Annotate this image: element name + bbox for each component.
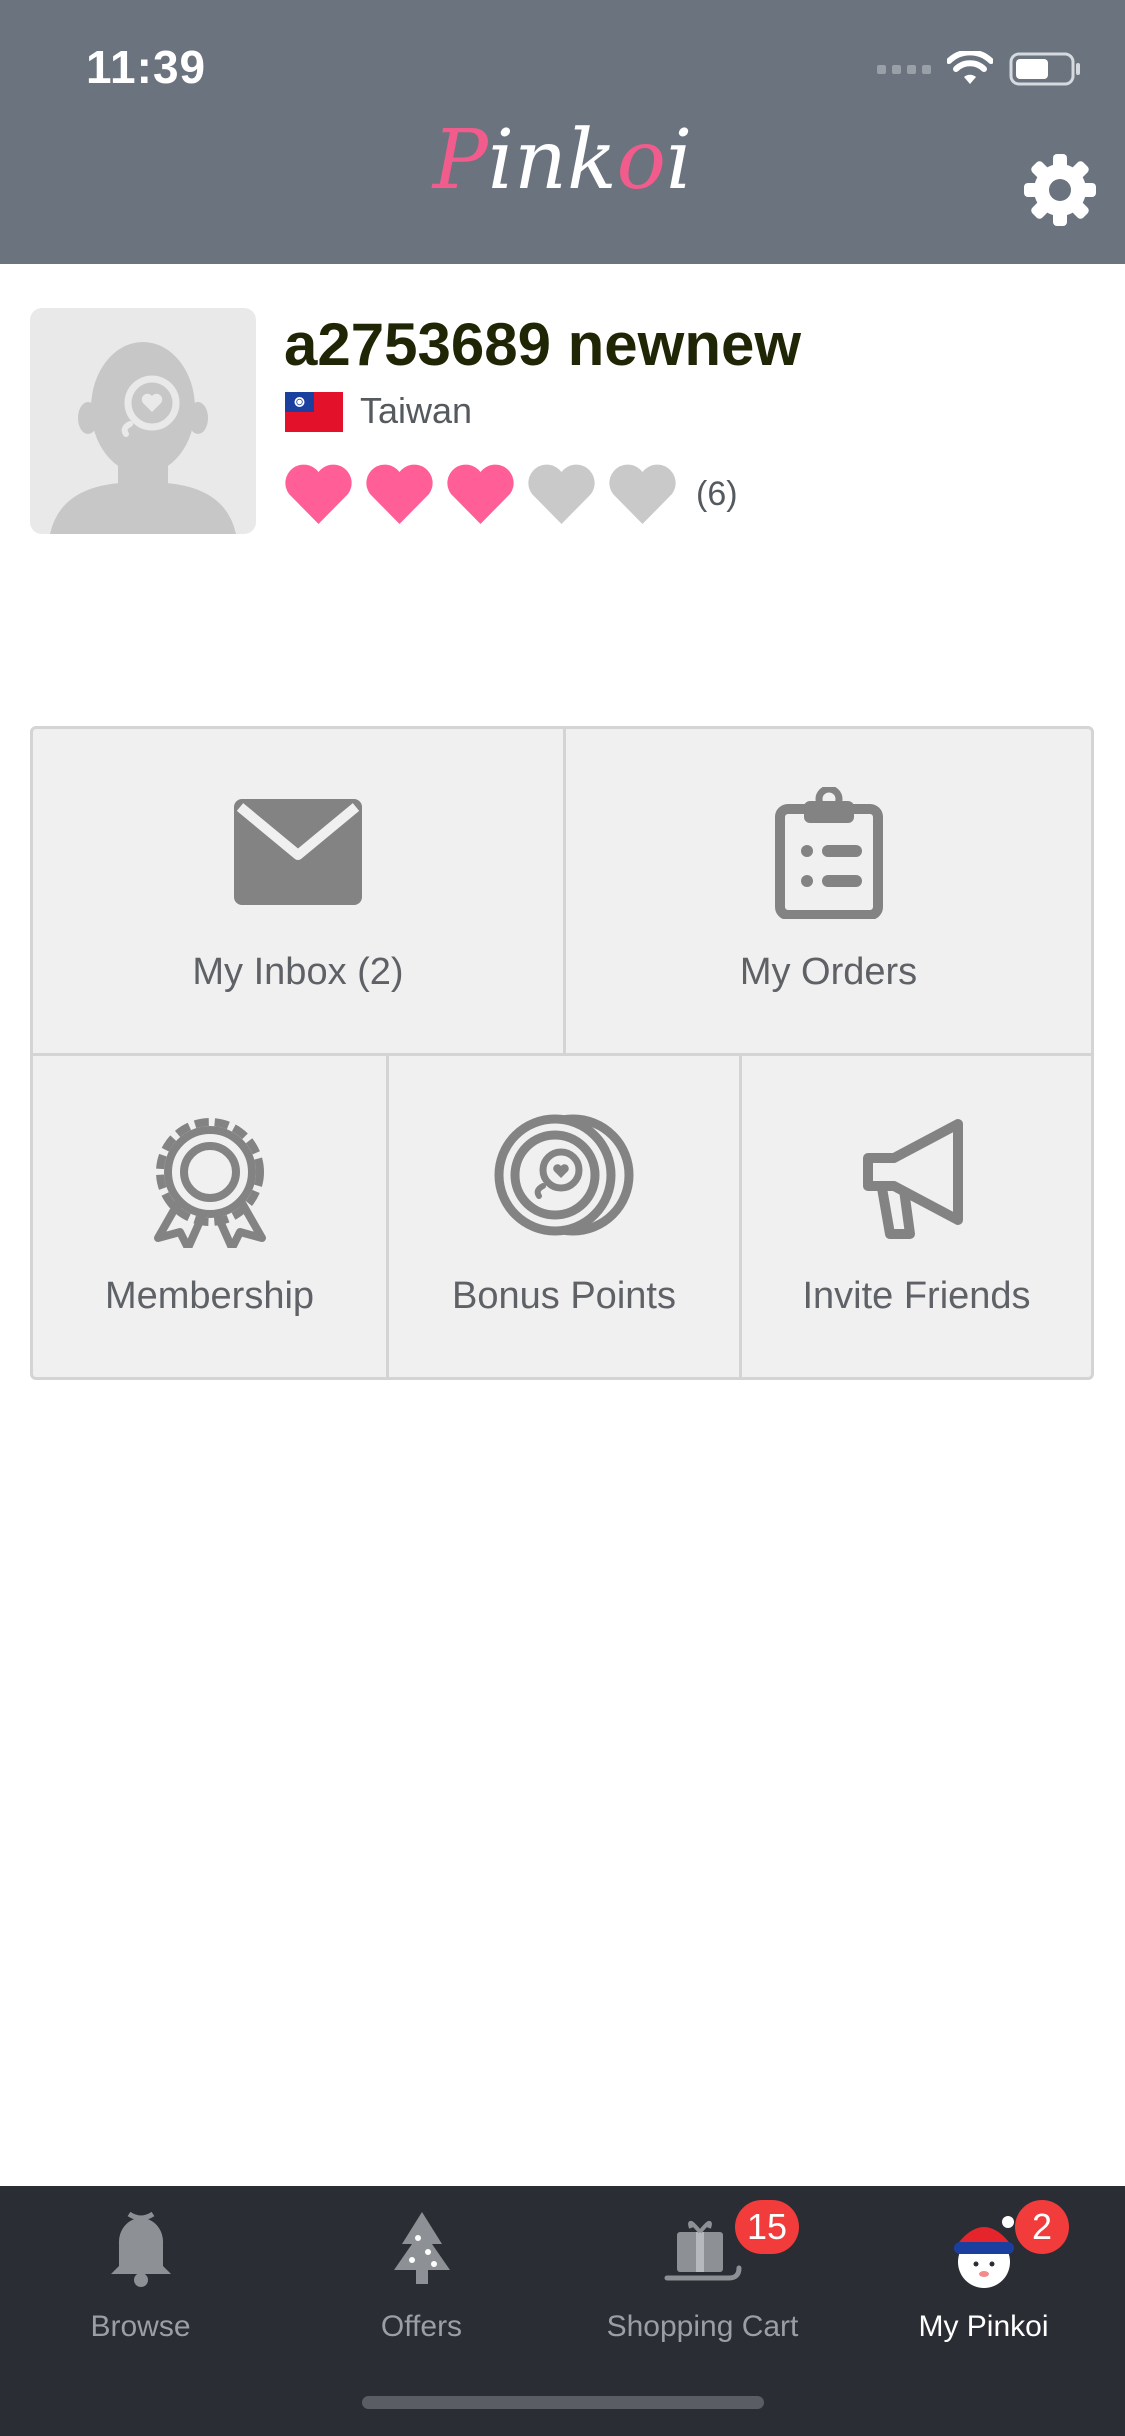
bonus-points-label: Bonus Points (452, 1275, 676, 1317)
cellular-signal-icon (877, 64, 931, 74)
my-orders-button[interactable]: My Orders (566, 729, 1091, 1053)
coin-icon (494, 1114, 634, 1236)
my-inbox-button[interactable]: My Inbox (2) (33, 729, 563, 1053)
clipboard-icon (774, 787, 883, 919)
membership-label: Membership (104, 1275, 315, 1317)
membership-button[interactable]: Membership (33, 1056, 386, 1377)
invite-friends-button[interactable]: Invite Friends (742, 1056, 1091, 1377)
tab-my-pinkoi[interactable]: My Pinkoi 2 (843, 2186, 1124, 2376)
bell-icon (110, 2211, 171, 2287)
tab-offers-label: Offers (380, 2310, 463, 2343)
status-time: 11:39 (86, 41, 207, 93)
account-menu-grid: My Inbox (2) My Orders Membership Bonus … (30, 726, 1094, 1380)
heart-filled-icon (366, 464, 433, 524)
christmas-tree-icon (393, 2212, 450, 2284)
bonus-points-button[interactable]: Bonus Points (389, 1056, 739, 1377)
award-ribbon-icon (153, 1118, 266, 1248)
my-orders-label: My Orders (739, 951, 918, 993)
status-icons (877, 46, 1081, 92)
my-pinkoi-badge: 2 (1015, 2200, 1069, 2254)
home-indicator[interactable] (362, 2396, 764, 2409)
heart-filled-icon (285, 464, 352, 524)
tab-shopping-cart[interactable]: Shopping Cart 15 (562, 2186, 843, 2376)
user-country: Taiwan (360, 390, 473, 431)
pinkoi-logo: Pinkoi (432, 113, 693, 208)
wifi-icon (947, 51, 993, 84)
avatar-placeholder-icon (50, 342, 236, 534)
gear-icon[interactable] (1020, 150, 1100, 230)
my-inbox-label: My Inbox (2) (192, 951, 404, 993)
tab-my-pinkoi-label: My Pinkoi (918, 2310, 1049, 2343)
tab-offers[interactable]: Offers (281, 2186, 562, 2376)
gift-sleigh-icon (664, 2220, 741, 2281)
cart-count-badge: 15 (735, 2200, 800, 2254)
top-header: 11:39 Pinkoi (0, 0, 1125, 264)
screen: 11:39 Pinkoi a2753689 newnew Taiwan (6) … (0, 0, 1125, 2436)
rating-count: (6) (696, 474, 738, 513)
heart-filled-icon (447, 464, 514, 524)
megaphone-icon (862, 1119, 963, 1239)
santa-avatar-icon (953, 2216, 1014, 2288)
envelope-icon (234, 799, 362, 905)
rating-hearts: (6) (283, 462, 738, 526)
battery-icon (1009, 52, 1080, 86)
avatar[interactable] (30, 308, 256, 534)
user-name: a2753689 newnew (284, 311, 802, 378)
tab-browse-label: Browse (90, 2310, 191, 2343)
invite-friends-label: Invite Friends (802, 1275, 1031, 1317)
tab-browse[interactable]: Browse (0, 2186, 281, 2376)
heart-empty-icon (609, 464, 676, 524)
taiwan-flag-icon (285, 392, 343, 432)
heart-empty-icon (528, 464, 595, 524)
tab-shopping-cart-label: Shopping Cart (606, 2310, 799, 2343)
